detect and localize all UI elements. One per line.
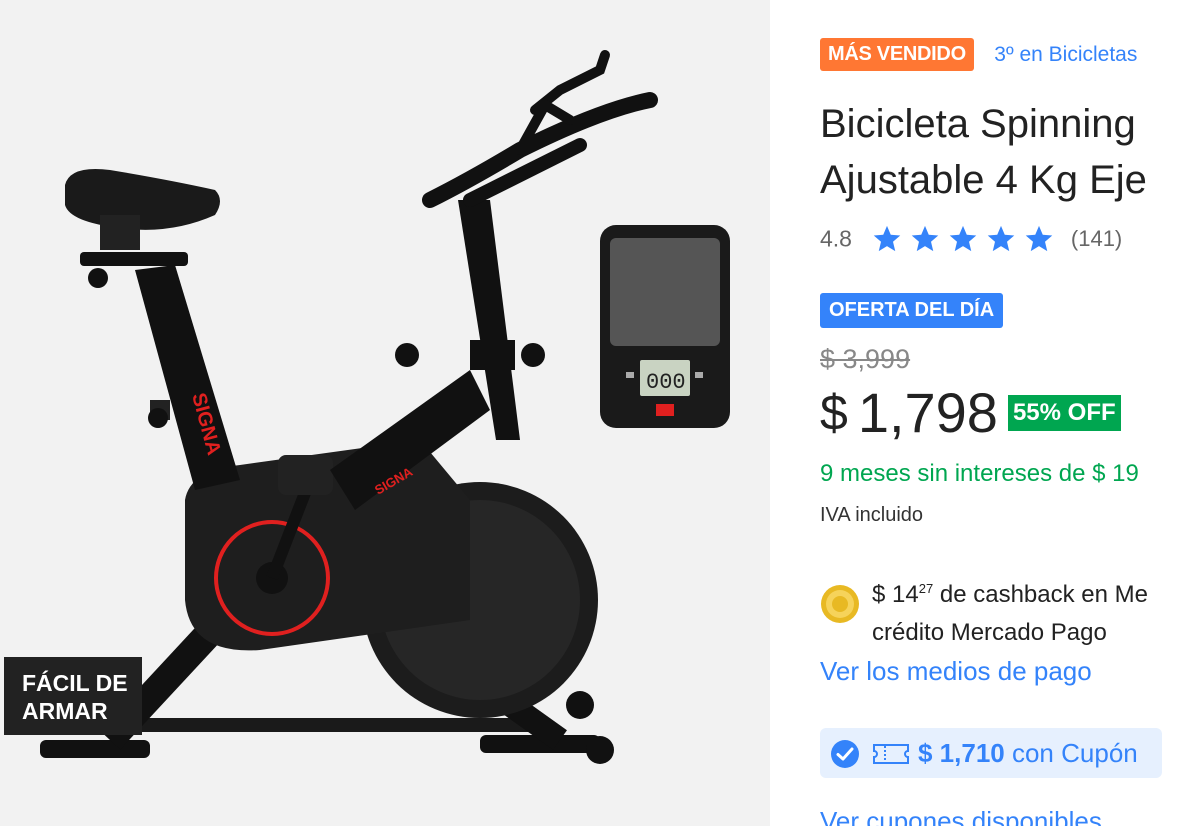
reviews-count: (141): [1070, 226, 1123, 251]
original-price: $ 3,999: [820, 344, 911, 374]
cashback-amount: $ 14: [872, 581, 919, 608]
coupon-banner[interactable]: $ 1,710 con Cupón: [820, 728, 1162, 778]
easy-assembly-line1: FÁCIL DE: [22, 670, 128, 696]
tax-note: IVA incluido: [820, 504, 924, 526]
product-gallery[interactable]: SIGNA SIGNA 000 FÁCIL DE ARMAR: [0, 0, 770, 826]
cashback-text: $ 1427 de cashback en Me crédito Mercado…: [872, 570, 1148, 652]
rating-row[interactable]: 4.8 (141): [820, 224, 1122, 258]
ticket-icon: [873, 744, 909, 764]
easy-assembly-badge: FÁCIL DE ARMAR: [4, 657, 142, 735]
easy-assembly-line2: ARMAR: [22, 698, 108, 724]
cashback-info: $ 1427 de cashback en Me crédito Mercado…: [820, 570, 1200, 646]
discount-badge: 55% OFF: [1007, 394, 1121, 431]
cashback-line1: $ 1427 de cashback en Me: [872, 570, 1148, 614]
star-icon: [988, 225, 1015, 252]
star-rating: [872, 224, 1062, 254]
star-icon: [1026, 225, 1053, 252]
product-info-panel: MÁS VENDIDO 3º en Bicicletas Bicicleta S…: [820, 0, 1200, 826]
console-display-text: 000: [646, 370, 686, 395]
star-icon: [912, 225, 939, 252]
price-row: $1,798 55% OFF: [820, 380, 1121, 446]
cashback-line2: crédito Mercado Pago: [872, 619, 1107, 646]
check-circle-icon: [831, 740, 859, 768]
deal-of-the-day-badge: OFERTA DEL DÍA: [820, 293, 1004, 328]
price-currency: $: [820, 384, 848, 441]
payment-methods-link[interactable]: Ver los medios de pago: [820, 656, 1092, 687]
coin-icon: [821, 585, 859, 623]
cashback-cents: 27: [918, 581, 934, 596]
star-icon: [950, 225, 977, 252]
best-seller-badge: MÁS VENDIDO: [820, 38, 974, 71]
cashback-description: de cashback en Me: [933, 581, 1148, 608]
rating-value: 4.8: [820, 225, 852, 252]
star-icon: [874, 225, 901, 252]
category-ranking-link[interactable]: 3º en Bicicletas: [994, 43, 1137, 67]
installments-text: 9 meses sin intereses de $ 19: [820, 460, 1139, 487]
coupon-suffix: con Cupón: [1004, 738, 1138, 768]
ranking-row: MÁS VENDIDO 3º en Bicicletas: [820, 38, 1137, 71]
product-title-line2: Ajustable 4 Kg Eje: [820, 158, 1147, 202]
coupon-text: $ 1,710 con Cupón: [918, 738, 1138, 769]
current-price: 1,798: [857, 381, 998, 444]
coupon-price: $ 1,710: [918, 738, 1005, 768]
product-title: Bicicleta Spinning Ajustable 4 Kg Eje: [820, 96, 1147, 208]
available-coupons-link[interactable]: Ver cupones disponibles: [820, 806, 1102, 826]
product-title-line1: Bicicleta Spinning: [820, 102, 1136, 146]
